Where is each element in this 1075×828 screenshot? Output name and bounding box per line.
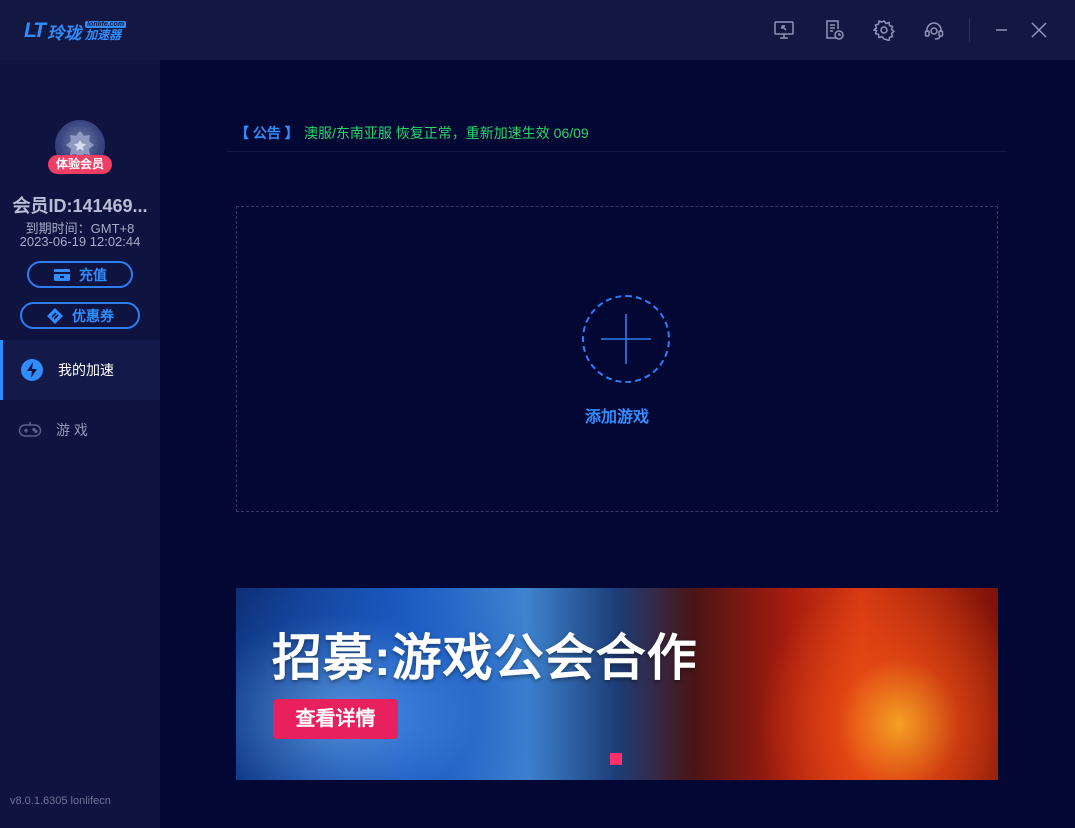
- add-game-area[interactable]: 添加游戏: [236, 206, 998, 512]
- gear-icon[interactable]: [873, 19, 895, 41]
- promo-banner[interactable]: 招募:游戏公会合作 查看详情: [236, 588, 998, 780]
- logo-sub: lonlife.com 加速器: [85, 21, 127, 42]
- title-bar: LT 玲珑 lonlife.com 加速器: [0, 0, 1075, 60]
- banner-lava-art: [756, 588, 998, 780]
- add-game-label[interactable]: 添加游戏: [237, 403, 997, 427]
- app-logo: LT 玲珑 lonlife.com 加速器: [24, 18, 127, 44]
- notice-message[interactable]: 澳服/东南亚服 恢复正常，重新加速生效 06/09: [304, 123, 589, 143]
- nav-label: 游 戏: [56, 422, 88, 438]
- banner-details-button[interactable]: 查看详情: [273, 699, 398, 739]
- coupon-button[interactable]: 优惠券: [20, 302, 140, 329]
- notice-tag: 【 公告 】: [235, 125, 299, 141]
- gamepad-icon: [18, 422, 42, 437]
- version-text: v8.0.1.6305 lonlifecn: [10, 795, 111, 807]
- carousel-indicator[interactable]: [610, 753, 622, 765]
- sidebar: 体验会员 会员ID:141469... 到期时间：GMT+8 2023-06-1…: [0, 60, 160, 828]
- titlebar-divider: [969, 18, 970, 42]
- logo-name: 玲珑: [47, 23, 82, 43]
- logo-en: lonlife.com: [85, 21, 127, 28]
- wallet-icon: [54, 268, 70, 281]
- notice-bar: 【 公告 】 澳服/东南亚服 恢复正常，重新加速生效 06/09: [227, 112, 1007, 152]
- logo-mark: LT: [24, 19, 46, 42]
- ticket-icon: [47, 307, 63, 324]
- add-game-button[interactable]: [582, 295, 670, 383]
- coupon-label: 优惠券: [72, 307, 114, 324]
- close-icon[interactable]: [1028, 19, 1050, 41]
- headset-icon[interactable]: [923, 19, 945, 41]
- lightning-icon: [21, 359, 43, 381]
- minimize-icon[interactable]: [990, 19, 1012, 41]
- member-id: 会员ID:141469...: [12, 196, 148, 216]
- plus-icon: [601, 314, 651, 364]
- banner-title: 招募:游戏公会合作: [272, 630, 698, 686]
- log-icon[interactable]: [823, 19, 845, 41]
- nav-item-games[interactable]: 游 戏: [0, 400, 160, 460]
- nav-item-my-acceleration[interactable]: 我的加速: [0, 340, 160, 400]
- recharge-button[interactable]: 充值: [27, 261, 133, 288]
- recharge-label: 充值: [79, 266, 107, 283]
- expire-time: 2023-06-19 12:02:44: [19, 234, 141, 249]
- member-badge: 体验会员: [48, 155, 112, 174]
- nav-label: 我的加速: [58, 362, 114, 378]
- screen-share-icon[interactable]: [773, 19, 795, 41]
- logo-sub-cn: 加速器: [85, 28, 122, 42]
